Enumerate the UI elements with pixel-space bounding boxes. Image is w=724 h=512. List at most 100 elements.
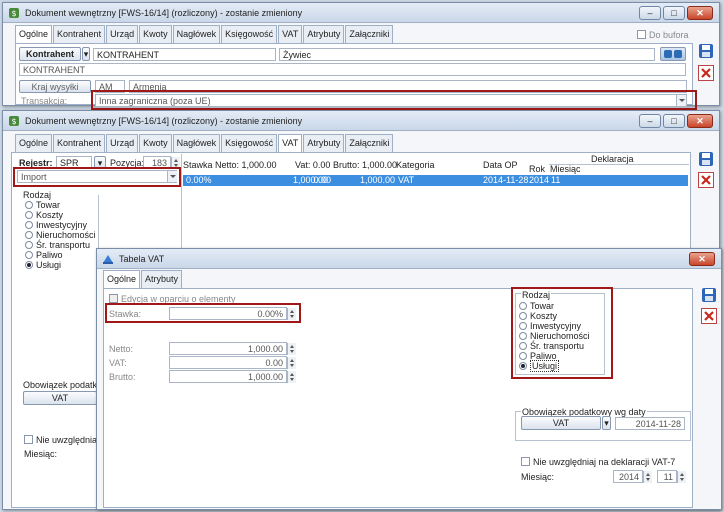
kontrahent-button[interactable]: Kontrahent	[19, 47, 81, 61]
vat-field[interactable]: 0.00	[169, 356, 287, 369]
kontrahent-city-field[interactable]: Żywiec	[279, 48, 655, 61]
document-app-icon: $	[9, 8, 19, 18]
tab-zalaczniki[interactable]: Załączniki	[345, 134, 394, 152]
stawka-highlight-box	[105, 303, 301, 323]
rodzaj-radio-koszty[interactable]: Koszty	[25, 210, 96, 220]
tab-naglowek[interactable]: Nagłówek	[172, 25, 221, 43]
rodzaj-radio-uslugi[interactable]: Usługi	[25, 260, 96, 270]
rok-field[interactable]: 2014	[613, 470, 643, 483]
save-button[interactable]	[698, 151, 714, 167]
kontrahent-card-button[interactable]	[660, 47, 686, 61]
tab-atrybuty[interactable]: Atrybuty	[141, 270, 183, 288]
grid-header-miesiac[interactable]: Miesiąc	[550, 164, 581, 175]
tab-zalaczniki[interactable]: Załączniki	[345, 25, 394, 43]
save-disk-icon	[699, 152, 713, 166]
tab-ogolne[interactable]: Ogólne	[103, 270, 141, 289]
maximize-button[interactable]: □	[663, 6, 685, 20]
grid-cell-miesiac: 11	[551, 175, 561, 185]
tab-urzad[interactable]: Urząd	[106, 25, 139, 43]
tab-kwoty[interactable]: Kwoty	[139, 25, 172, 43]
cancel-x-icon	[701, 308, 717, 324]
cancel-button[interactable]	[698, 172, 714, 188]
close-window-button[interactable]: ✕	[687, 6, 713, 20]
tab-ksiegowosc[interactable]: Księgowość	[221, 134, 278, 152]
netto-field[interactable]: 1,000.00	[169, 342, 287, 355]
tab-atrybuty[interactable]: Atrybuty	[303, 25, 345, 43]
save-disk-icon	[699, 44, 713, 58]
maximize-button[interactable]: □	[663, 114, 685, 128]
window-title: Dokument wewnętrzny [FWS-16/14] (rozlicz…	[25, 116, 303, 126]
tab-naglowek[interactable]: Nagłówek	[172, 134, 221, 152]
grid-header-rok[interactable]: Rok	[529, 164, 545, 175]
miesiac-field[interactable]: 11	[657, 470, 677, 483]
transakcja-label: Transakcja:	[21, 96, 68, 106]
rodzaj-radio-nieruchomosci[interactable]: Nieruchomości	[25, 230, 96, 240]
close-window-button[interactable]: ✕	[687, 114, 713, 128]
obowiazek-vat-button[interactable]: VAT	[23, 391, 97, 405]
vat-spinner[interactable]	[287, 357, 296, 369]
obowiazek-vat-button[interactable]: VAT	[521, 416, 601, 430]
tab-vat[interactable]: VAT	[278, 134, 303, 153]
cancel-button[interactable]	[701, 308, 717, 324]
grid-cell-rok: 2014	[529, 175, 550, 185]
brutto-field[interactable]: 1,000.00	[169, 370, 287, 383]
rodzaj-radio-sr-transportu[interactable]: Śr. transportu	[25, 240, 96, 250]
rodzaj-radio-towar[interactable]: Towar	[25, 200, 96, 210]
close-dialog-button[interactable]: ✕	[689, 252, 715, 266]
obowiazek-dropdown-button[interactable]: ▾	[602, 416, 611, 430]
grid-row[interactable]: 0.00% 1,000.00 0.00 1,000.00 VAT 2014-11…	[183, 175, 688, 186]
brutto-spinner[interactable]	[287, 371, 296, 383]
document-window-back: $ Dokument wewnętrzny [FWS-16/14] (rozli…	[2, 2, 720, 110]
dialog-title: Tabela VAT	[119, 254, 165, 264]
kontrahent-dropdown-button[interactable]: ▾	[82, 47, 90, 61]
brutto-label: Brutto:	[109, 372, 136, 382]
grid-cell-data-op: 2014-11-28	[483, 175, 529, 185]
obowiazek-date-field[interactable]: 2014-11-28	[615, 417, 685, 430]
tab-ogolne[interactable]: Ogólne	[15, 134, 53, 152]
tab-urzad[interactable]: Urząd	[106, 134, 139, 152]
cancel-button[interactable]	[698, 65, 714, 81]
save-button[interactable]	[701, 287, 717, 303]
rodzaj-radio-paliwo[interactable]: Paliwo	[25, 250, 96, 260]
window-titlebar: $ Dokument wewnętrzny [FWS-16/14] (rozli…	[3, 111, 719, 131]
nie-uwzgledniaj-checkbox[interactable]	[24, 435, 33, 444]
save-button[interactable]	[698, 43, 714, 59]
grid-header-kategoria[interactable]: Kategoria	[396, 160, 435, 171]
tab-kwoty[interactable]: Kwoty	[139, 134, 172, 152]
dialog-titlebar: Tabela VAT ✕	[97, 249, 721, 269]
miesiac-label: Miesiąc:	[24, 449, 58, 459]
miesiac-spinner[interactable]	[677, 471, 686, 483]
netto-spinner[interactable]	[287, 343, 296, 355]
tab-ogolne[interactable]: Ogólne	[15, 25, 53, 44]
nie-uwzgledniaj-label: Nie uwzględniaj na deklaracji VAT-7	[533, 457, 676, 467]
minimize-button[interactable]: –	[639, 114, 661, 128]
grid-header-data-op[interactable]: Data OP	[483, 160, 518, 171]
rok-spinner[interactable]	[643, 471, 652, 483]
do-bufora-checkbox[interactable]	[637, 30, 646, 39]
contact-card-icon	[664, 50, 682, 58]
grid-cell-kategoria: VAT	[398, 175, 415, 185]
kraj-wysylki-button[interactable]: Kraj wysyłki	[19, 80, 91, 93]
grid-header-brutto[interactable]: Brutto: 1,000.00	[333, 160, 397, 171]
tabela-vat-dialog: Tabela VAT ✕ Ogólne Atrybuty Edycja w op…	[96, 248, 722, 510]
grid-header-stawka[interactable]: Stawka	[183, 160, 213, 171]
netto-label: Netto:	[109, 344, 134, 354]
grid-header-vat[interactable]: Vat: 0.00	[295, 160, 330, 171]
tab-kontrahent[interactable]: Kontrahent	[53, 25, 106, 43]
tab-atrybuty[interactable]: Atrybuty	[303, 134, 345, 152]
rodzaj-highlight-box	[511, 287, 613, 379]
tab-ksiegowosc[interactable]: Księgowość	[221, 25, 278, 43]
grid-header-netto[interactable]: Netto: 1,000.00	[215, 160, 277, 171]
svg-text:$: $	[11, 9, 16, 18]
window-titlebar: $ Dokument wewnętrzny [FWS-16/14] (rozli…	[3, 3, 719, 23]
kontrahent-name-field[interactable]: KONTRAHENT	[19, 63, 686, 76]
tab-kontrahent[interactable]: Kontrahent	[53, 134, 106, 152]
nie-uwzgledniaj-checkbox[interactable]	[521, 457, 530, 466]
svg-text:$: $	[11, 117, 16, 126]
kontrahent-code-field[interactable]: KONTRAHENT	[93, 48, 276, 61]
edycja-checkbox[interactable]	[109, 294, 118, 303]
minimize-button[interactable]: –	[639, 6, 661, 20]
tabela-vat-icon	[103, 255, 113, 264]
tab-vat[interactable]: VAT	[278, 25, 303, 43]
rodzaj-radio-inwestycyjny[interactable]: Inwestycyjny	[25, 220, 96, 230]
